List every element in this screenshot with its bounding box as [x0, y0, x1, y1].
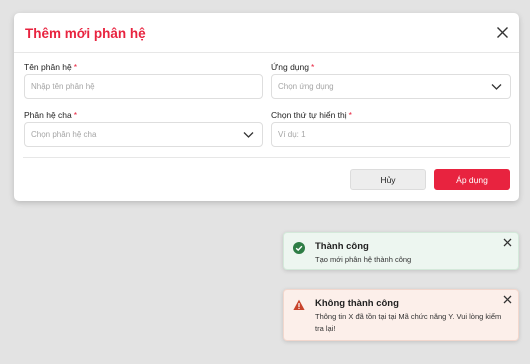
chevron-down-icon — [491, 84, 502, 90]
module-name-input[interactable]: Nhập tên phân hệ — [24, 74, 263, 99]
chevron-down-icon — [243, 132, 254, 138]
required-marker: * — [73, 110, 78, 120]
dialog-header: Thêm mới phân hệ — [14, 13, 519, 53]
close-icon[interactable] — [503, 238, 512, 247]
required-marker: * — [310, 62, 315, 72]
error-toast-title: Không thành công — [315, 298, 399, 309]
success-toast: Thành công Tạo mới phân hệ thành công — [283, 232, 519, 270]
application-label: Ứng dụng * — [271, 62, 314, 72]
display-order-label: Chọn thứ tự hiển thị * — [271, 110, 352, 120]
warning-triangle-icon — [293, 299, 305, 310]
close-icon[interactable] — [503, 295, 512, 304]
display-order-label-text: Chọn thứ tự hiển thị — [271, 110, 347, 120]
required-marker: * — [348, 110, 352, 120]
parent-module-placeholder: Chọn phân hệ cha — [31, 130, 97, 139]
dialog-title: Thêm mới phân hệ — [25, 26, 146, 41]
parent-module-select[interactable]: Chọn phân hệ cha — [24, 122, 263, 147]
application-select[interactable]: Chọn ứng dụng — [271, 74, 511, 99]
footer-divider — [23, 157, 510, 158]
module-name-placeholder: Nhập tên phân hệ — [31, 82, 95, 91]
check-circle-icon — [293, 242, 305, 254]
apply-button[interactable]: Áp dụng — [434, 169, 510, 190]
module-name-label-text: Tên phân hệ — [24, 62, 72, 72]
success-toast-title: Thành công — [315, 241, 369, 252]
success-toast-message: Tạo mới phân hệ thành công — [315, 255, 412, 264]
cancel-button[interactable]: Hủy — [350, 169, 426, 190]
add-module-dialog: Thêm mới phân hệ Tên phân hệ * Nhập tên p… — [14, 13, 519, 201]
display-order-input[interactable]: Ví dụ: 1 — [271, 122, 511, 147]
error-toast-message: Thông tin X đã tồn tại tại Mã chức năng … — [315, 312, 502, 333]
close-icon[interactable] — [496, 26, 509, 39]
parent-module-label: Phân hệ cha * — [24, 110, 77, 120]
module-name-label: Tên phân hệ * — [24, 62, 77, 72]
display-order-placeholder: Ví dụ: 1 — [278, 130, 306, 139]
parent-module-label-text: Phân hệ cha — [24, 110, 72, 120]
application-label-text: Ứng dụng — [271, 62, 309, 72]
error-toast: Không thành công Thông tin X đã tồn tại … — [283, 289, 519, 341]
required-marker: * — [73, 62, 78, 72]
application-placeholder: Chọn ứng dụng — [278, 82, 334, 91]
